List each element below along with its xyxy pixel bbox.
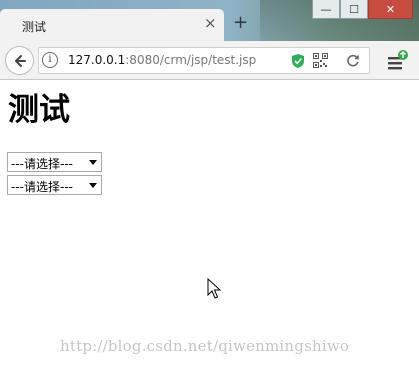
new-tab-button[interactable]: +	[233, 14, 248, 32]
maximize-button[interactable]: ☐	[340, 0, 368, 19]
select-value: ---请选择---	[11, 180, 73, 194]
select-dropdown-2[interactable]: ---请选择---	[7, 175, 102, 195]
watermark: http://blog.csdn.net/qiwenmingshiwo	[60, 337, 350, 355]
mouse-cursor-icon	[207, 278, 221, 299]
menu-icon	[388, 50, 408, 70]
tab-close-icon[interactable]: ×	[204, 16, 217, 31]
menu-button[interactable]	[385, 49, 411, 73]
back-button[interactable]	[5, 46, 34, 75]
browser-toolbar: i 127.0.0.1:8080/crm/jsp/test.jsp	[0, 41, 419, 80]
shield-icon[interactable]	[291, 53, 305, 69]
reload-icon[interactable]	[346, 53, 360, 67]
browser-tab[interactable]: 测试 ×	[0, 9, 224, 42]
back-arrow-icon	[14, 54, 26, 67]
url-path: :8080/crm/jsp/test.jsp	[125, 53, 257, 67]
select-dropdown-1[interactable]: ---请选择---	[7, 152, 102, 172]
window-controls: — ☐ ✕	[312, 0, 413, 19]
chevron-down-icon	[89, 183, 97, 188]
qr-code-icon[interactable]	[313, 53, 328, 68]
address-bar[interactable]: i 127.0.0.1:8080/crm/jsp/test.jsp	[38, 47, 370, 74]
page-content: 测试 ---请选择--- ---请选择--- http://blog.csdn.…	[0, 80, 419, 367]
info-icon[interactable]: i	[42, 52, 58, 68]
tab-title: 测试	[22, 20, 47, 34]
chevron-down-icon	[89, 160, 97, 165]
url-text[interactable]: 127.0.0.1:8080/crm/jsp/test.jsp	[68, 53, 256, 67]
select-value: ---请选择---	[11, 157, 73, 171]
minimize-button[interactable]: —	[312, 0, 340, 19]
url-host: 127.0.0.1	[68, 53, 126, 67]
close-window-button[interactable]: ✕	[368, 0, 413, 19]
page-heading: 测试	[8, 92, 70, 128]
